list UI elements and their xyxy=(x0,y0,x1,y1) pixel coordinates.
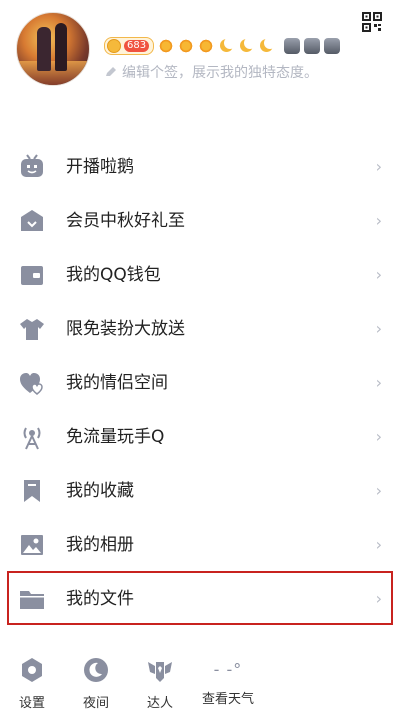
game-badge-icon xyxy=(324,38,341,54)
menu-item-label: 会员中秋好礼至 xyxy=(66,211,185,231)
menu-item-label: 免流量玩手Q xyxy=(66,427,165,447)
selection-highlight xyxy=(7,571,393,625)
moon-icon xyxy=(258,37,277,54)
sun-icon xyxy=(158,38,175,54)
signature-row[interactable]: 编辑个签，展示我的独特态度。 xyxy=(104,62,318,82)
menu-item-wallet[interactable]: 我的QQ钱包 › xyxy=(0,248,400,302)
penguin-badge-icon xyxy=(304,38,321,54)
night-mode-label: 夜间 xyxy=(82,696,109,711)
qr-code-icon[interactable] xyxy=(362,12,382,32)
settings-label: 设置 xyxy=(18,696,45,711)
menu-item-dress-up[interactable]: 限免装扮大放送 › xyxy=(0,302,400,356)
coin-icon xyxy=(107,39,121,53)
level-number: 683 xyxy=(124,40,150,52)
avatar-figure-left xyxy=(37,27,51,71)
bottom-bar: 设置 夜间 达人 - -° 查看天气 xyxy=(0,648,400,716)
pencil-icon xyxy=(106,67,116,76)
menu-list: 开播啦鹅 › 会员中秋好礼至 › 我的QQ钱包 › 限免装扮大放送 › 我的情侣… xyxy=(0,140,400,626)
profile-header: 683 编辑个签，展示我的独特态度。 xyxy=(0,0,400,110)
chevron-right-icon: › xyxy=(375,265,382,284)
menu-item-label: 开播啦鹅 xyxy=(66,157,134,177)
sun-icon xyxy=(178,38,195,54)
menu-item-favorites[interactable]: 我的收藏 › xyxy=(0,464,400,518)
menu-item-label: 我的收藏 xyxy=(66,481,134,501)
chevron-right-icon: › xyxy=(375,535,382,554)
moon-icon xyxy=(218,37,237,54)
menu-item-label: 限免装扮大放送 xyxy=(66,319,185,339)
expert-label: 达人 xyxy=(146,696,173,711)
chevron-right-icon: › xyxy=(375,319,382,338)
sun-icon xyxy=(198,38,215,54)
settings-button[interactable]: 设置 xyxy=(0,648,64,711)
signal-tower-icon xyxy=(23,427,41,450)
weather-label: 查看天气 xyxy=(201,692,254,707)
night-mode-icon xyxy=(84,658,108,682)
crown-basket-icon xyxy=(21,210,43,231)
pet-badge-icon xyxy=(284,38,301,54)
avatar-glow xyxy=(17,61,89,85)
menu-item-label: 我的QQ钱包 xyxy=(66,265,161,285)
qq-level-badge[interactable]: 683 xyxy=(104,37,155,55)
weather-icon: - -° xyxy=(213,660,243,679)
level-badges[interactable]: 683 xyxy=(104,37,341,55)
hearts-icon xyxy=(20,373,43,395)
expert-wings-icon xyxy=(148,662,172,682)
avatar[interactable] xyxy=(16,12,90,86)
chevron-right-icon: › xyxy=(375,427,382,446)
chevron-right-icon: › xyxy=(375,481,382,500)
bookmark-icon xyxy=(24,480,40,502)
tshirt-icon xyxy=(20,319,44,340)
chevron-right-icon: › xyxy=(375,157,382,176)
menu-item-live[interactable]: 开播啦鹅 › xyxy=(0,140,400,194)
menu-item-label: 我的相册 xyxy=(66,535,134,555)
photo-album-icon xyxy=(21,535,43,555)
signature-text: 编辑个签，展示我的独特态度。 xyxy=(122,65,318,81)
chevron-right-icon: › xyxy=(375,211,382,230)
menu-item-couple-space[interactable]: 我的情侣空间 › xyxy=(0,356,400,410)
chevron-right-icon: › xyxy=(375,373,382,392)
menu-item-free-data[interactable]: 免流量玩手Q › xyxy=(0,410,400,464)
live-broadcast-icon xyxy=(21,154,43,177)
night-mode-button[interactable]: 夜间 xyxy=(64,648,128,711)
expert-button[interactable]: 达人 xyxy=(128,648,192,711)
moon-icon xyxy=(238,37,257,54)
settings-gear-icon xyxy=(22,658,42,682)
weather-button[interactable]: - -° 查看天气 xyxy=(192,648,264,707)
menu-item-label: 我的情侣空间 xyxy=(66,373,168,393)
avatar-figure-right xyxy=(55,23,67,71)
wallet-icon xyxy=(21,266,43,285)
menu-item-album[interactable]: 我的相册 › xyxy=(0,518,400,572)
menu-item-vip-gift[interactable]: 会员中秋好礼至 › xyxy=(0,194,400,248)
